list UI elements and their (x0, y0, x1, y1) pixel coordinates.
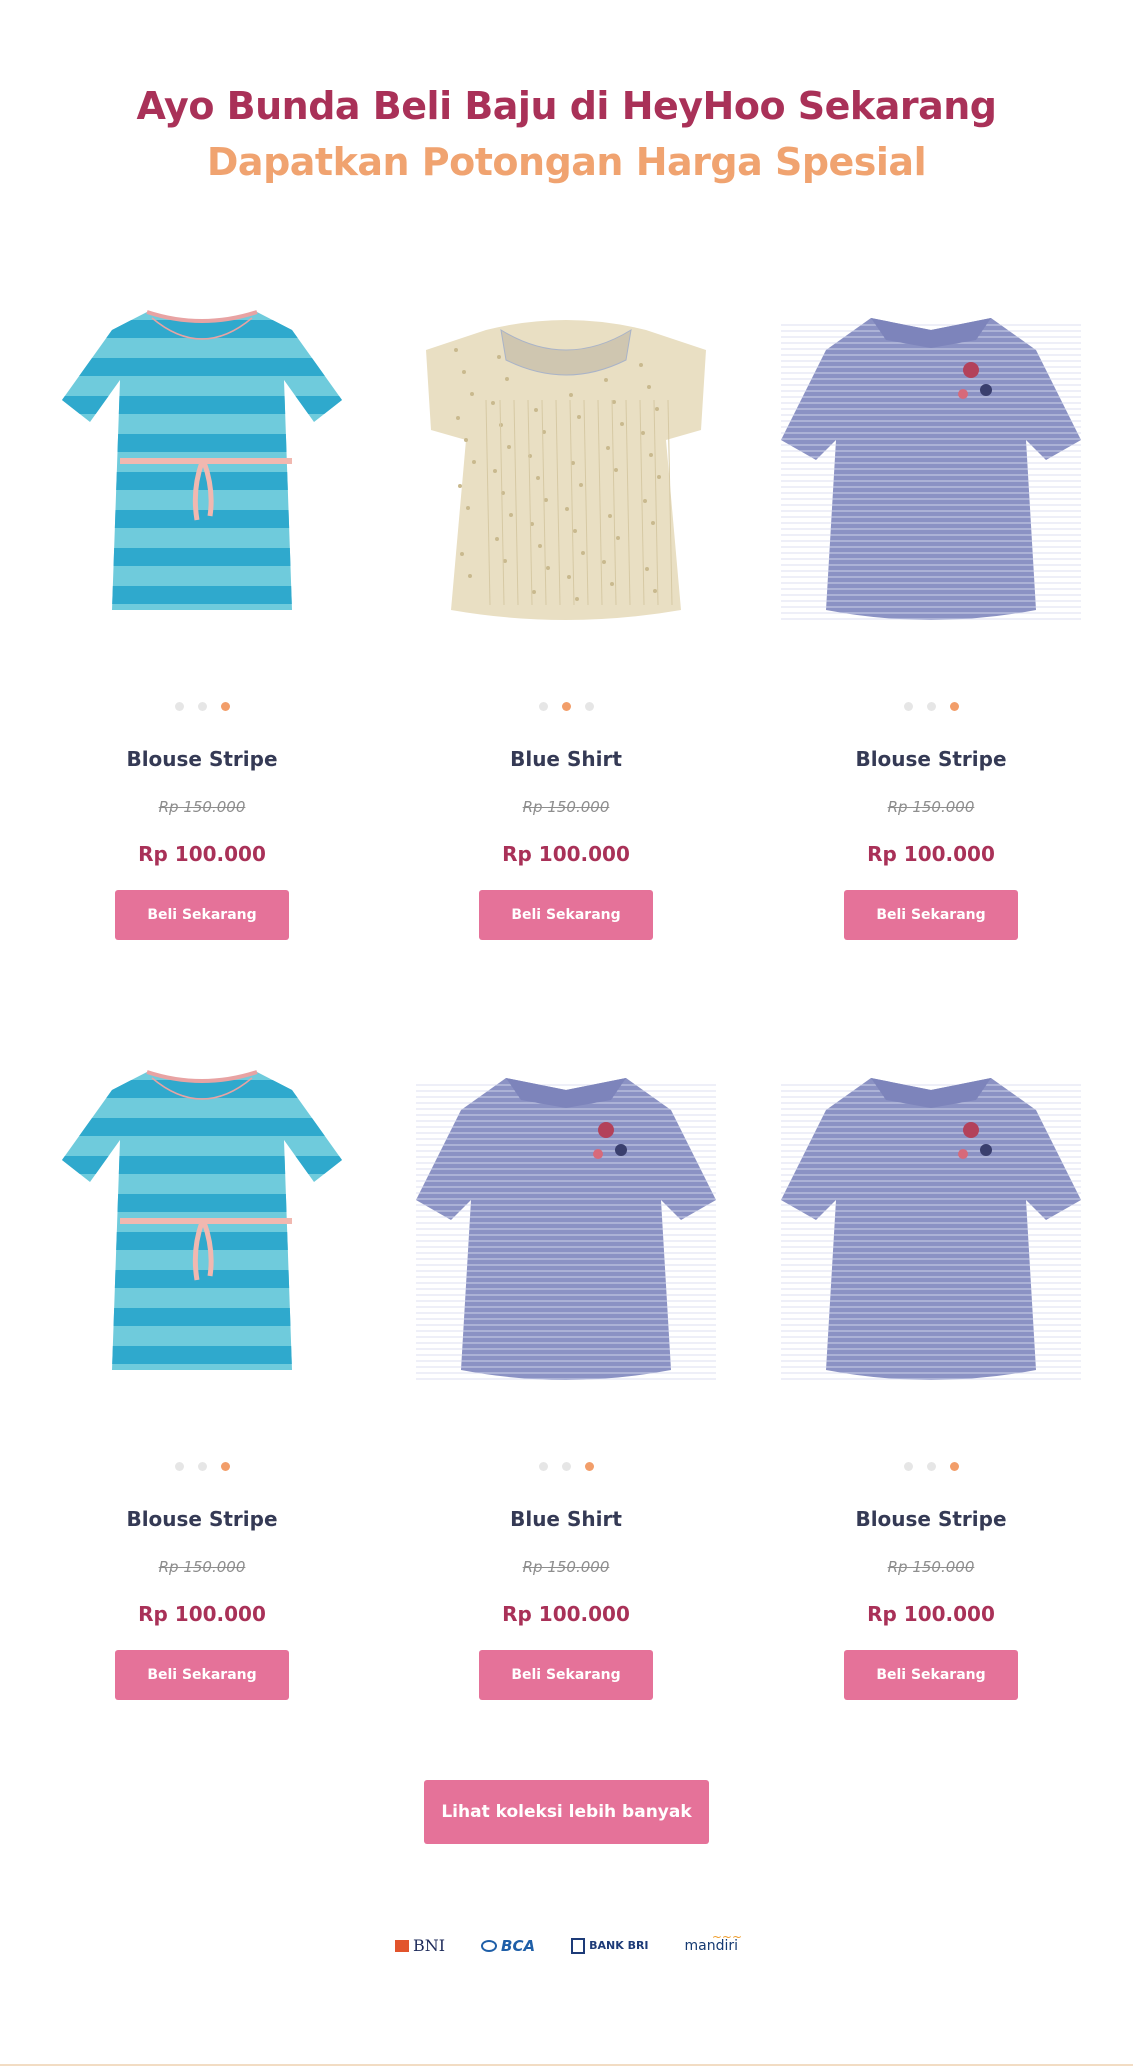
dress-image (62, 1070, 342, 1370)
bri-mark-icon (571, 1937, 586, 1954)
buy-now-button[interactable]: Beli Sekarang (479, 890, 653, 940)
carousel-dot[interactable] (174, 1462, 184, 1471)
buy-now-button[interactable]: Beli Sekarang (844, 890, 1018, 940)
bri-logo: BANK BRI (571, 1937, 649, 1954)
product-image[interactable] (416, 1030, 716, 1410)
old-price: Rp 150.000 (887, 798, 975, 816)
carousel-dot[interactable] (220, 702, 230, 711)
carousel-dots (386, 1462, 746, 1471)
carousel-dots (751, 1462, 1111, 1471)
buy-now-button[interactable]: Beli Sekarang (115, 1650, 289, 1700)
product-card: Blue Shirt Rp 150.000 Rp 100.000 Beli Se… (386, 1030, 746, 1720)
carousel-dots (386, 702, 746, 711)
bca-label: BCA (501, 1936, 536, 1955)
headline-line2: Dapatkan Potongan Harga Spesial (206, 140, 927, 184)
bri-label: BANK BRI (589, 1939, 649, 1952)
product-image[interactable] (416, 270, 716, 650)
carousel-dot[interactable] (949, 1462, 959, 1471)
carousel-dot[interactable] (561, 702, 571, 711)
product-card: Blouse Stripe Rp 150.000 Rp 100.000 Beli… (751, 270, 1111, 960)
old-price: Rp 150.000 (522, 1558, 610, 1576)
product-card: Blouse Stripe Rp 150.000 Rp 100.000 Beli… (22, 270, 382, 960)
product-image[interactable] (781, 270, 1081, 650)
carousel-dots (22, 702, 382, 711)
carousel-dot[interactable] (197, 702, 207, 711)
product-name: Blue Shirt (510, 1507, 622, 1531)
bni-label: BNI (412, 1936, 446, 1955)
product-name: Blue Shirt (510, 747, 622, 771)
old-price: Rp 150.000 (158, 798, 246, 816)
sale-price: Rp 100.000 (138, 842, 266, 866)
blouse-image (781, 318, 1081, 620)
bca-logo: BCA (481, 1937, 535, 1955)
carousel-dot[interactable] (926, 1462, 936, 1471)
carousel-dots (751, 702, 1111, 711)
blouse-image (416, 1078, 716, 1380)
view-more-collection-button[interactable]: Lihat koleksi lebih banyak (424, 1780, 709, 1844)
product-card: Blouse Stripe Rp 150.000 Rp 100.000 Beli… (22, 1030, 382, 1720)
blouse-image (781, 1078, 1081, 1380)
carousel-dot[interactable] (174, 702, 184, 711)
blouse-image (426, 320, 706, 620)
carousel-dot[interactable] (584, 702, 594, 711)
product-image[interactable] (52, 270, 352, 650)
buy-now-button[interactable]: Beli Sekarang (479, 1650, 653, 1700)
dress-image (62, 310, 342, 610)
carousel-dots (22, 1462, 382, 1471)
carousel-dot[interactable] (538, 702, 548, 711)
sale-price: Rp 100.000 (138, 1602, 266, 1626)
product-card: Blue Shirt Rp 150.000 Rp 100.000 Beli Se… (386, 270, 746, 960)
product-image[interactable] (781, 1030, 1081, 1410)
buy-now-button[interactable]: Beli Sekarang (115, 890, 289, 940)
carousel-dot[interactable] (584, 1462, 594, 1471)
carousel-dot[interactable] (903, 1462, 913, 1471)
old-price: Rp 150.000 (158, 1558, 246, 1576)
carousel-dot[interactable] (949, 702, 959, 711)
carousel-dot[interactable] (561, 1462, 571, 1471)
old-price: Rp 150.000 (522, 798, 610, 816)
sale-price: Rp 100.000 (867, 1602, 995, 1626)
sale-price: Rp 100.000 (502, 1602, 630, 1626)
sale-price: Rp 100.000 (502, 842, 630, 866)
mandiri-wave-icon: ~~~ (711, 1929, 743, 1944)
headline-line1: Ayo Bunda Beli Baju di HeyHoo Sekarang (136, 84, 997, 128)
carousel-dot[interactable] (538, 1462, 548, 1471)
sale-price: Rp 100.000 (867, 842, 995, 866)
product-name: Blouse Stripe (126, 747, 278, 771)
bca-mark-icon (481, 1939, 498, 1952)
product-card: Blouse Stripe Rp 150.000 Rp 100.000 Beli… (751, 1030, 1111, 1720)
bni-mark-icon (394, 1939, 409, 1952)
carousel-dot[interactable] (926, 702, 936, 711)
carousel-dot[interactable] (220, 1462, 230, 1471)
bni-logo: BNI (394, 1936, 446, 1955)
product-name: Blouse Stripe (855, 747, 1007, 771)
old-price: Rp 150.000 (887, 1558, 975, 1576)
product-image[interactable] (52, 1030, 352, 1410)
buy-now-button[interactable]: Beli Sekarang (844, 1650, 1018, 1700)
product-name: Blouse Stripe (855, 1507, 1007, 1531)
product-name: Blouse Stripe (126, 1507, 278, 1531)
bank-logos: BNI BCA BANK BRI mandiri ~~~ (0, 1930, 1133, 1955)
mandiri-logo: mandiri ~~~ (685, 1930, 743, 1954)
carousel-dot[interactable] (197, 1462, 207, 1471)
carousel-dot[interactable] (903, 702, 913, 711)
